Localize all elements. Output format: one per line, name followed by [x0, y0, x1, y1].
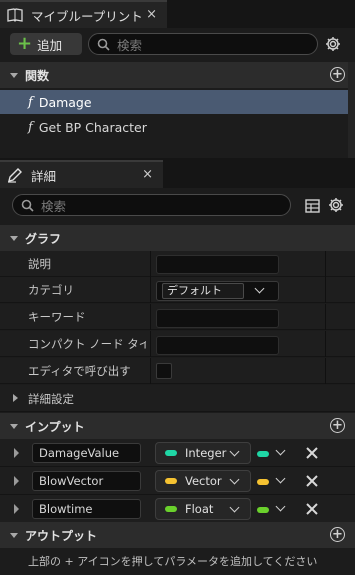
- function-item-damage[interactable]: f Damage: [0, 90, 348, 114]
- details-tab-title: 詳細: [31, 168, 57, 184]
- param-type-label: Vector: [185, 474, 222, 488]
- chevron-down-icon: [254, 283, 265, 294]
- param-name-input[interactable]: Blowtime: [32, 499, 141, 519]
- remove-param-icon[interactable]: [304, 473, 320, 489]
- chevron-down-icon[interactable]: [275, 501, 286, 512]
- inputs-section-header[interactable]: インプット +: [0, 413, 355, 439]
- advanced-label: 詳細設定: [28, 392, 74, 406]
- keywords-label: キーワード: [28, 310, 86, 324]
- expand-arrow-icon[interactable]: [14, 504, 19, 514]
- keywords-row: キーワード: [0, 304, 355, 330]
- function-name: Get BP Character: [38, 119, 147, 135]
- graph-section-title: グラフ: [25, 231, 62, 246]
- outputs-section-header[interactable]: アウトプット +: [0, 522, 355, 548]
- expand-arrow-icon: [10, 72, 18, 78]
- input-param-row: BlowVector Vector: [0, 467, 355, 495]
- gear-icon[interactable]: [325, 36, 341, 52]
- type-color-pill: [165, 506, 177, 512]
- remove-param-icon[interactable]: [304, 445, 320, 461]
- outputs-hint: 上部の + アイコンを押してパラメータを追加してください: [28, 555, 318, 568]
- my-blueprint-tab-title: マイブループリント: [31, 8, 143, 24]
- param-type-dropdown[interactable]: Vector: [155, 470, 251, 492]
- category-label: カテゴリ: [28, 283, 74, 297]
- functions-section-title: 関数: [25, 68, 50, 83]
- chevron-down-icon: [229, 502, 240, 513]
- my-blueprint-tab[interactable]: マイブループリント ×: [0, 0, 167, 28]
- close-icon[interactable]: ×: [146, 7, 157, 22]
- chevron-down-icon: [229, 446, 240, 457]
- add-button-label: 追加: [37, 37, 63, 53]
- expand-arrow-icon: [10, 235, 18, 241]
- expand-arrow-icon[interactable]: [14, 448, 19, 458]
- function-icon: f: [28, 94, 33, 110]
- pencil-icon: [7, 167, 23, 183]
- container-type-pill[interactable]: [257, 507, 269, 513]
- category-dropdown[interactable]: デフォルト: [156, 281, 279, 301]
- call-in-editor-label: エディタで呼び出す: [28, 364, 131, 378]
- chevron-down-icon[interactable]: [275, 445, 286, 456]
- input-param-row: Blowtime Float: [0, 495, 355, 523]
- inputs-section-title: インプット: [25, 419, 85, 434]
- expand-arrow-icon: [10, 423, 18, 429]
- details-search-input[interactable]: 検索: [12, 194, 291, 216]
- chevron-down-icon: [229, 474, 240, 485]
- search-icon: [21, 199, 34, 212]
- param-name-input[interactable]: BlowVector: [32, 471, 141, 491]
- call-in-editor-checkbox[interactable]: [156, 363, 172, 379]
- search-placeholder: 検索: [41, 198, 67, 214]
- remove-param-icon[interactable]: [304, 501, 320, 517]
- gear-icon[interactable]: [328, 197, 344, 213]
- description-row: 説明: [0, 251, 355, 277]
- book-icon: [7, 7, 23, 23]
- expand-arrow-icon: [10, 532, 18, 538]
- function-item-get-bp-character[interactable]: f Get BP Character: [0, 115, 348, 139]
- category-value[interactable]: デフォルト: [162, 283, 244, 299]
- function-name: Damage: [38, 94, 92, 110]
- type-color-pill: [165, 450, 177, 456]
- input-param-row: DamageValue Integer: [0, 439, 355, 467]
- compact-node-title-label: コンパクト ノード タイトル: [28, 337, 146, 351]
- function-icon: f: [28, 119, 33, 135]
- outputs-section-title: アウトプット: [25, 528, 98, 543]
- param-type-dropdown[interactable]: Float: [155, 498, 251, 520]
- compact-node-title-row: コンパクト ノード タイトル: [0, 331, 355, 357]
- advanced-row[interactable]: 詳細設定: [0, 385, 355, 412]
- param-name-input[interactable]: DamageValue: [32, 443, 141, 463]
- type-color-pill: [165, 478, 177, 484]
- keywords-input[interactable]: [156, 309, 279, 328]
- blueprint-search-input[interactable]: 検索: [88, 33, 318, 55]
- scrollbar[interactable]: [348, 62, 355, 158]
- search-icon: [97, 38, 110, 51]
- plus-icon: +: [17, 33, 33, 54]
- call-in-editor-row: エディタで呼び出す: [0, 358, 355, 384]
- param-type-dropdown[interactable]: Integer: [155, 442, 251, 464]
- close-icon[interactable]: ×: [142, 167, 153, 182]
- add-output-icon[interactable]: +: [330, 527, 345, 542]
- container-type-pill[interactable]: [257, 451, 269, 457]
- functions-section-header[interactable]: 関数 +: [0, 62, 355, 88]
- add-button[interactable]: + 追加: [10, 33, 82, 55]
- add-input-icon[interactable]: +: [330, 418, 345, 433]
- expand-arrow-icon: [13, 394, 18, 402]
- description-input[interactable]: [156, 255, 279, 274]
- container-type-pill[interactable]: [257, 479, 269, 485]
- compact-node-title-input[interactable]: [156, 336, 279, 355]
- param-type-label: Float: [185, 502, 214, 516]
- description-label: 説明: [28, 257, 51, 271]
- param-type-label: Integer: [185, 446, 227, 460]
- details-tab[interactable]: 詳細 ×: [0, 160, 163, 188]
- category-row: カテゴリ デフォルト: [0, 277, 355, 303]
- add-function-icon[interactable]: +: [330, 67, 345, 82]
- search-placeholder: 検索: [117, 37, 143, 53]
- table-view-icon[interactable]: [304, 198, 320, 214]
- graph-section-header[interactable]: グラフ: [0, 225, 355, 251]
- expand-arrow-icon[interactable]: [14, 476, 19, 486]
- chevron-down-icon[interactable]: [275, 473, 286, 484]
